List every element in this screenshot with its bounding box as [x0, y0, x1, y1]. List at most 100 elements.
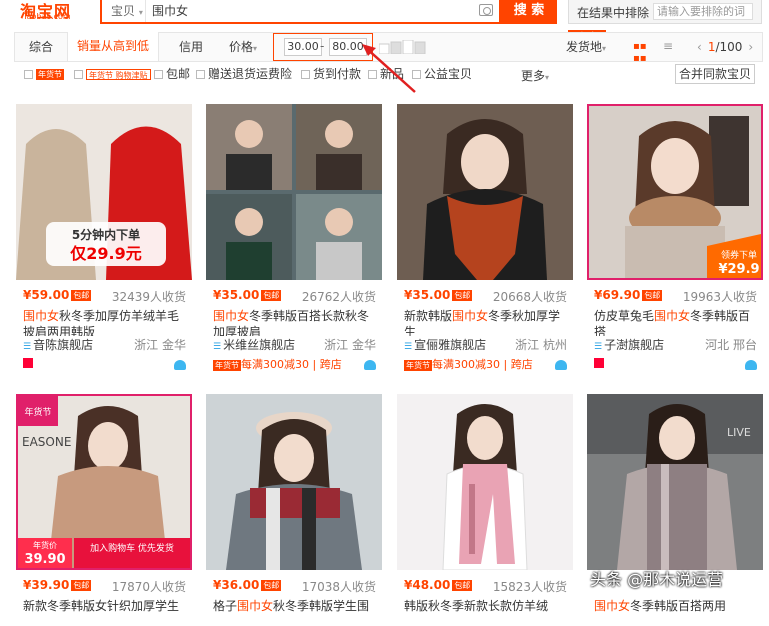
chat-icon[interactable]	[745, 360, 757, 370]
svg-text:39.90: 39.90	[24, 552, 65, 567]
tmall-badge-icon[interactable]	[23, 358, 33, 368]
product-card[interactable]: ¥36.00 包邮 17038人收货 格子围巾女秋冬季韩版学生围	[206, 394, 382, 613]
pager: ‹ 1/100 ›	[691, 33, 759, 61]
free-shipping-badge: 包邮	[642, 290, 663, 301]
product-card[interactable]: 领券下单 ¥29.9 ¥69.90 包邮 19963人收货 仿皮草兔毛围巾女冬季韩…	[587, 104, 763, 374]
checkbox[interactable]	[24, 70, 33, 79]
filter-return-insurance-label: 赠送退货运费险	[208, 67, 293, 81]
next-page-icon[interactable]: ›	[748, 40, 753, 54]
product-sales: 17870人收货	[111, 580, 186, 594]
shop-link[interactable]: ☰ 米维丝旗舰店	[213, 336, 295, 353]
checkbox[interactable]	[196, 70, 205, 79]
product-image[interactable]	[397, 104, 573, 280]
title-highlight: 围巾女	[654, 309, 691, 323]
product-image[interactable]	[206, 394, 382, 570]
product-sales: 19963人收货	[682, 290, 757, 304]
svg-text:年货价: 年货价	[33, 540, 57, 550]
sort-price[interactable]: 价格▾	[223, 33, 263, 61]
product-price: ¥35.00 包邮	[213, 288, 282, 302]
list-view-icon[interactable]: ≡	[663, 39, 675, 53]
price-min-input[interactable]: 30.00	[284, 38, 322, 56]
shop-name: 子澍旗舰店	[604, 338, 665, 352]
taobao-logo[interactable]: 淘宝网 Taobao.com	[18, 0, 82, 24]
filter-newyear[interactable]: 年货节	[24, 66, 64, 82]
shop-link[interactable]: ☰ 子澍旗舰店	[594, 336, 664, 353]
shop-link[interactable]: ☰ 音陈旗舰店	[23, 336, 93, 353]
merge-same-button[interactable]: 合并同款宝贝	[675, 64, 755, 84]
sort-default[interactable]: 综合	[15, 33, 67, 61]
more-filters[interactable]: 更多▾	[521, 67, 549, 84]
free-shipping-badge: 包邮	[71, 580, 92, 591]
product-title[interactable]: 新款韩版围巾女冬季秋加厚学生	[404, 308, 570, 336]
title-prefix: 新款韩版	[404, 309, 453, 323]
product-image[interactable]	[206, 104, 382, 280]
filter-charity-label: 公益宝贝	[424, 67, 473, 81]
product-location: 浙江 金华	[134, 338, 186, 352]
filter-return-insurance[interactable]: 赠送退货运费险	[196, 66, 292, 82]
checkbox[interactable]	[154, 70, 163, 79]
promo-tag: 年货节 每满300减30 | 跨店	[404, 356, 533, 372]
product-card[interactable]: 5分钟内下单 仅29.9元 ¥59.00 包邮 32439人收货 围巾女秋冬季加厚…	[16, 104, 192, 374]
free-shipping-badge: 包邮	[452, 290, 473, 301]
sort-credit[interactable]: 信用	[167, 33, 215, 61]
chevron-down-icon: ▾	[138, 8, 143, 17]
product-image[interactable]: 5分钟内下单 仅29.9元	[16, 104, 192, 280]
product-image[interactable]	[397, 394, 573, 570]
filter-free-shipping[interactable]: 包邮	[154, 66, 190, 82]
filter-charity[interactable]: 公益宝贝	[412, 66, 472, 82]
product-image[interactable]: 领券下单 ¥29.9	[587, 104, 763, 280]
sort-sales[interactable]: 销量从高到低	[67, 32, 159, 61]
product-title[interactable]: 仿皮草兔毛围巾女冬季韩版百搭	[594, 308, 760, 336]
search-button[interactable]: 搜 索	[501, 0, 557, 24]
chevron-down-icon: ▾	[253, 44, 258, 53]
product-title[interactable]: 新款冬季韩版女针织加厚学生	[23, 598, 189, 626]
chat-icon[interactable]	[174, 360, 186, 370]
search-box: 宝贝 ▾ 围巾女	[100, 0, 501, 24]
title-text: 秋冬季韩版学生围	[273, 599, 370, 613]
product-location: 浙江 金华	[324, 338, 376, 352]
checkbox[interactable]	[74, 70, 83, 79]
product-card[interactable]: ¥48.00 包邮 15823人收货 韩版秋冬季新款长款仿羊绒	[397, 394, 573, 613]
title-highlight: 围巾女	[237, 599, 274, 613]
product-title[interactable]: 韩版秋冬季新款长款仿羊绒	[404, 598, 570, 626]
price-value: ¥35.00	[213, 288, 260, 302]
product-sales: 17038人收货	[301, 580, 376, 594]
filter-cod-label: 货到付款	[313, 67, 362, 81]
product-title[interactable]: 围巾女冬季韩版百搭长款秋冬加厚披肩	[213, 308, 379, 336]
watermark: 头条 @那木说运营	[590, 570, 724, 589]
checkbox[interactable]	[301, 70, 310, 79]
chat-icon[interactable]	[364, 360, 376, 370]
product-card[interactable]: ¥35.00 包邮 20668人收货 新款韩版围巾女冬季秋加厚学生 ☰ 宣俪雅旗舰店…	[397, 104, 573, 374]
chat-icon[interactable]	[555, 360, 567, 370]
product-card[interactable]: ¥35.00 包邮 26762人收货 围巾女冬季韩版百搭长款秋冬加厚披肩 ☰ 米维丝…	[206, 104, 382, 374]
sort-price-label: 价格	[228, 40, 253, 54]
free-shipping-badge: 包邮	[261, 290, 282, 301]
title-prefix: 格子	[213, 599, 238, 613]
search-category-label: 宝贝	[111, 4, 136, 18]
title-text: 冬季韩版百搭两用	[630, 599, 727, 613]
product-sales: 15823人收货	[492, 580, 567, 594]
filter-cod[interactable]: 货到付款	[301, 66, 361, 82]
filter-shopping-allowance[interactable]: 年货节 购物津贴	[74, 66, 151, 82]
product-card[interactable]: 年货节 EASONE 年货价 39.90 加入购物车 优先发货 ¥39.90 包邮…	[16, 394, 192, 613]
filter-free-shipping-label: 包邮	[166, 67, 191, 81]
search-input[interactable]: 围巾女	[152, 0, 188, 22]
product-image[interactable]: LIVE	[587, 394, 763, 570]
free-shipping-badge: 包邮	[452, 580, 473, 591]
price-value: ¥69.90	[594, 288, 641, 302]
prev-page-icon[interactable]: ‹	[697, 40, 702, 54]
shop-link[interactable]: ☰ 宣俪雅旗舰店	[404, 336, 486, 353]
ship-from-filter[interactable]: 发货地▾	[566, 33, 606, 61]
product-sales: 26762人收货	[301, 290, 376, 304]
product-image[interactable]: 年货节 EASONE 年货价 39.90 加入购物车 优先发货	[16, 394, 192, 570]
filter-newyear-label: 年货节	[36, 69, 64, 80]
product-title[interactable]: 格子围巾女秋冬季韩版学生围	[213, 598, 379, 626]
product-title[interactable]: 围巾女冬季韩版百搭两用	[594, 598, 760, 626]
promo-text: 每满300减30 | 跨店	[432, 358, 533, 371]
exclude-input[interactable]: 请输入要排除的词	[653, 3, 753, 20]
search-category-select[interactable]: 宝贝 ▾	[102, 0, 146, 22]
product-title[interactable]: 围巾女秋冬季加厚仿羊绒羊毛披肩两用韩版	[23, 308, 189, 336]
tmall-badge-icon[interactable]	[594, 358, 604, 368]
camera-icon[interactable]	[479, 4, 493, 16]
grid-view-icon[interactable]: ▪▪ ▪▪	[633, 41, 647, 64]
